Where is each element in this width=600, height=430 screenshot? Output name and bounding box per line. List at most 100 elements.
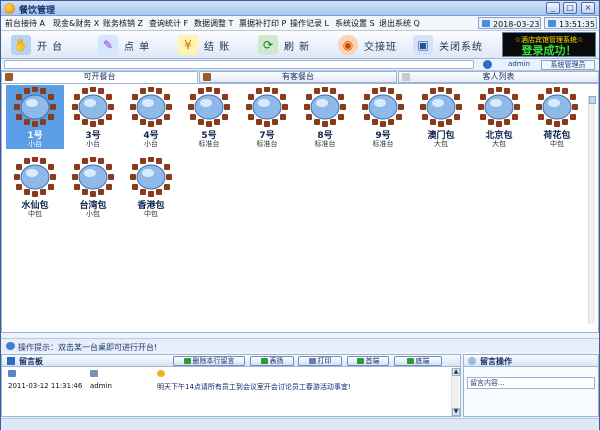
role-label: 系统管理员 [541, 60, 595, 70]
print-button[interactable]: 打印 [298, 356, 342, 366]
table-tabs: 可开餐台 有客餐台 客人列表 [1, 71, 599, 83]
message-user: admin [90, 382, 112, 390]
refresh-icon: ⟳ [258, 35, 278, 55]
menu-bar: 前台接待 A 现金&财务 X 账务核销 Z 查询统计 F 数据调整 T 票据补打… [1, 16, 599, 31]
maximize-button[interactable]: □ [563, 2, 577, 14]
message-icon [7, 357, 15, 365]
checkout-button[interactable]: ¥ 结 账 [178, 34, 230, 56]
dining-table-icon [420, 87, 462, 127]
menu-front-desk[interactable]: 前台接待 A [5, 18, 45, 29]
dining-table-icon [362, 87, 404, 127]
order-button[interactable]: ✎ 点 单 [98, 34, 150, 56]
message-text: 明天下午14点请所有员工到会议室开会讨论员工春游活动事宜! [157, 383, 351, 391]
time-display: 13:51:35 [544, 17, 597, 29]
menu-data-adjust[interactable]: 数据调整 T [194, 18, 233, 29]
dining-table-icon [188, 87, 230, 127]
minimize-button[interactable]: _ [546, 2, 560, 14]
message-scrollbar[interactable]: ▲ ▼ [451, 368, 460, 416]
open-table-button[interactable]: ✋ 开 台 [11, 34, 63, 56]
dining-table[interactable]: 荷花包 中包 [528, 85, 586, 149]
shift-change-button[interactable]: ◉ 交接班 [338, 34, 397, 56]
calendar-icon [482, 20, 490, 27]
dining-table-icon [304, 87, 346, 127]
table-type: 标准台 [372, 140, 394, 148]
hint-text: 操作提示：双击某一台桌即可进行开台! [18, 343, 158, 352]
delete-message-button[interactable]: 删除本行留言 [173, 356, 245, 366]
check-icon [260, 358, 268, 364]
dining-table[interactable]: 9号 标准台 [354, 85, 412, 149]
table-type: 中包 [28, 210, 42, 218]
date-icon [8, 370, 16, 377]
message-content-input[interactable]: 留言内容... [467, 377, 595, 389]
operation-title: 留言操作 [480, 357, 512, 366]
operation-header: 留言操作 [464, 355, 598, 367]
dining-table[interactable]: 7号 标准台 [238, 85, 296, 149]
table-scrollbar[interactable] [588, 96, 596, 324]
dining-table[interactable]: 澳门包 大包 [412, 85, 470, 149]
dining-table[interactable]: 水仙包 中包 [6, 155, 64, 219]
dining-table[interactable]: 4号 小台 [122, 85, 180, 149]
print-icon [308, 358, 316, 364]
tab-guest-list[interactable]: 客人列表 [398, 71, 599, 83]
date-display: 2018-03-23 [478, 17, 541, 29]
dining-table-icon [72, 87, 114, 127]
dining-table[interactable]: 3号 小台 [64, 85, 122, 149]
table-type: 标准台 [314, 140, 336, 148]
user-bar: admin 系统管理员 [1, 59, 599, 71]
username-label: admin [508, 60, 530, 68]
delete-icon [183, 358, 191, 364]
window-title: 餐饮管理 [19, 6, 56, 16]
shutdown-button[interactable]: ▣ 关闭系统 [413, 34, 483, 56]
user-icon [483, 60, 492, 69]
table-type: 小台 [144, 140, 158, 148]
menu-op-log[interactable]: 操作记录 L [290, 18, 329, 29]
clock-icon [548, 20, 556, 27]
message-operation-panel: 留言操作 留言内容... [463, 354, 599, 417]
dining-table-icon [14, 87, 56, 127]
list-icon [402, 73, 410, 81]
tab-available-tables[interactable]: 可开餐台 [1, 71, 198, 83]
banner-login-status: 登录成功！ [521, 44, 577, 57]
table-type: 中包 [144, 210, 158, 218]
menu-reprint[interactable]: 票据补打印 P [239, 18, 286, 29]
close-button[interactable]: × [581, 2, 595, 14]
dining-table-icon [478, 87, 520, 127]
table-grid: 1号 小台 3号 小台 4号 小台 5号 标准台 7号 标准台 8号 标准台 9号 标准台 澳门包 大包 北京包… [1, 83, 599, 333]
dining-table[interactable]: 8号 标准台 [296, 85, 354, 149]
dining-table[interactable]: 台湾包 小包 [64, 155, 122, 219]
dining-table[interactable]: 1号 小台 [6, 85, 64, 149]
dining-table-icon [130, 87, 172, 127]
toolbar: ✋ 开 台 ✎ 点 单 ¥ 结 账 ⟳ 刷 新 ◉ 交接班 ▣ 关闭系统 ☆酒店… [1, 31, 599, 59]
menu-query[interactable]: 查询统计 F [149, 18, 188, 29]
menu-settings[interactable]: 系统设置 S [335, 18, 375, 29]
dining-table-icon [130, 157, 172, 197]
dining-table[interactable]: 北京包 大包 [470, 85, 528, 149]
status-bar [1, 418, 599, 430]
scroll-down-button[interactable]: ▼ [452, 408, 460, 416]
tab-occupied-tables[interactable]: 有客餐台 [199, 71, 397, 83]
first-button[interactable]: 首端 [347, 356, 389, 366]
info-strip [4, 60, 474, 69]
dining-table-icon [536, 87, 578, 127]
praise-button[interactable]: 表扬 [250, 356, 294, 366]
smile-icon [157, 370, 165, 377]
arrow-up-icon [356, 358, 364, 364]
message-row[interactable]: 2011-03-12 11:31:46 admin 明天下午14点请所有员工到会… [4, 368, 449, 402]
dining-table-icon [14, 157, 56, 197]
hand-icon: ✋ [11, 35, 31, 55]
main-window: 餐饮管理 _ □ × 前台接待 A 现金&财务 X 账务核销 Z 查询统计 F … [0, 0, 600, 430]
table-type: 大包 [434, 140, 448, 148]
refresh-button[interactable]: ⟳ 刷 新 [258, 34, 310, 56]
menu-billing[interactable]: 账务核销 Z [103, 18, 143, 29]
shutdown-icon: ▣ [413, 35, 433, 55]
dining-table[interactable]: 5号 标准台 [180, 85, 238, 149]
last-button[interactable]: 底端 [394, 356, 442, 366]
app-logo-icon [4, 3, 15, 14]
scroll-up-button[interactable]: ▲ [452, 368, 460, 376]
scrollbar-thumb[interactable] [589, 96, 596, 104]
dining-table[interactable]: 香港包 中包 [122, 155, 180, 219]
menu-exit[interactable]: 退出系统 Q [379, 18, 420, 29]
operation-icon [468, 357, 476, 365]
menu-cash-finance[interactable]: 现金&财务 X [53, 18, 99, 29]
table-icon [5, 73, 13, 81]
